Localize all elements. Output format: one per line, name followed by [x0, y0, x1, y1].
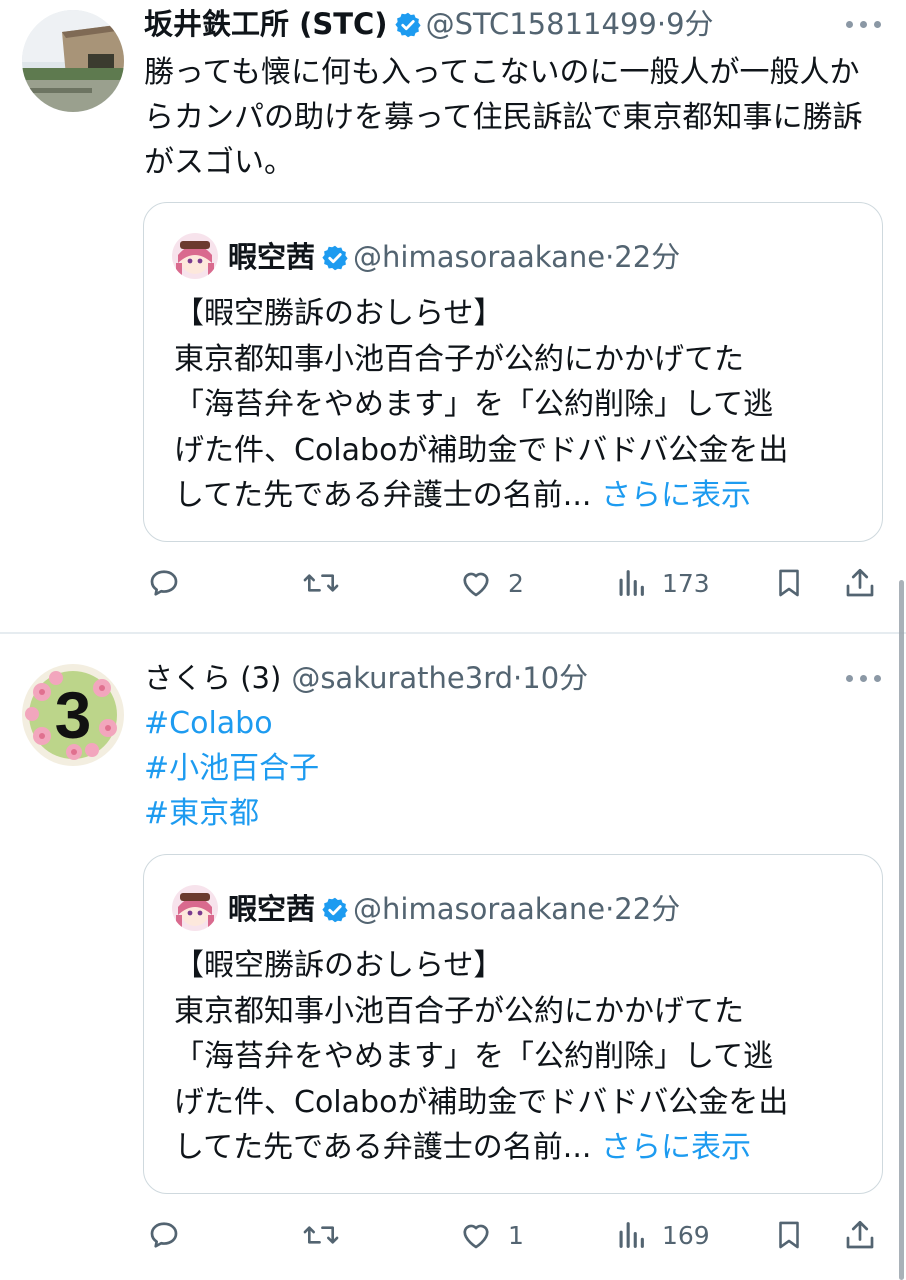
like-icon [458, 565, 494, 601]
svg-text:3: 3 [55, 678, 92, 752]
like-icon [458, 1217, 494, 1253]
separator: · [513, 661, 523, 695]
quote-line: 東京都知事小池百合子が公約にかかげてた [174, 341, 744, 377]
share-button[interactable] [842, 1210, 878, 1260]
share-icon [842, 565, 878, 601]
avatar[interactable]: 3 [22, 664, 124, 766]
quote-line: 「海苔弁をやめます」を「公約削除」して逃 [174, 387, 774, 422]
like-button[interactable]: 1 [458, 1210, 524, 1260]
quote-avatar[interactable] [172, 233, 218, 279]
quote-line: 【暇空勝訴のおしらせ】 [174, 296, 504, 331]
scrollbar[interactable] [899, 580, 904, 1280]
quote-line: げた件、Colaboが補助金でドバドバ公金を出 [174, 432, 789, 468]
views-icon [614, 565, 648, 601]
reply-button[interactable] [146, 1210, 182, 1260]
verified-badge-icon [394, 7, 422, 51]
bookmark-icon [772, 565, 806, 601]
separator: · [605, 240, 615, 274]
quote-line: げた件、Colaboが補助金でドバドバ公金を出 [174, 1084, 789, 1120]
more-options-icon[interactable] [846, 666, 882, 690]
quoted-tweet[interactable]: 暇空茜 @himasoraakane·22分 【暇空勝訴のおしらせ】 東京都知事小… [143, 854, 883, 1194]
author-name[interactable]: 坂井鉄工所 (STC) [144, 7, 388, 41]
retweet-icon [302, 565, 340, 601]
quote-text: 【暇空勝訴のおしらせ】 東京都知事小池百合子が公約にかかげてた 「海苔弁をやめま… [174, 291, 864, 519]
verified-badge-icon [321, 890, 349, 938]
views-icon [614, 1217, 648, 1253]
quote-line: してた先である弁護士の名前... [174, 478, 601, 513]
handle[interactable]: @sakurathe3rd [291, 661, 513, 695]
quoted-tweet[interactable]: 暇空茜 @himasoraakane·22分 【暇空勝訴のおしらせ】 東京都知事小… [143, 202, 883, 542]
verified-badge-icon [321, 238, 349, 286]
quote-timestamp[interactable]: 22分 [614, 892, 680, 926]
share-icon [842, 1217, 878, 1253]
separator: · [605, 892, 615, 926]
timestamp[interactable]: 9分 [666, 7, 713, 41]
like-count: 2 [508, 568, 524, 598]
quote-timestamp[interactable]: 22分 [614, 240, 680, 274]
like-count: 1 [508, 1220, 524, 1250]
views-count: 173 [662, 568, 710, 598]
author-name[interactable]: さくら (3) [144, 661, 281, 695]
reply-icon [146, 565, 182, 601]
tweet-text: 勝っても懐に何も入ってこないのに一般人が一般人からカンパの助けを募って住民訴訟で… [144, 55, 863, 180]
views-button[interactable]: 173 [614, 558, 710, 608]
tweet-text: #Colabo #小池百合子 #東京都 [144, 701, 874, 836]
more-options-icon[interactable] [846, 12, 882, 36]
reply-icon [146, 1217, 182, 1253]
avatar[interactable] [22, 10, 124, 112]
show-more-link[interactable]: さらに表示 [601, 478, 751, 513]
share-button[interactable] [842, 558, 878, 608]
quote-handle[interactable]: @himasoraakane [353, 240, 605, 274]
like-button[interactable]: 2 [458, 558, 524, 608]
show-more-link[interactable]: さらに表示 [601, 1130, 751, 1165]
quote-handle[interactable]: @himasoraakane [353, 892, 605, 926]
retweet-button[interactable] [302, 558, 340, 608]
retweet-icon [302, 1217, 340, 1253]
views-button[interactable]: 169 [614, 1210, 710, 1260]
retweet-button[interactable] [302, 1210, 340, 1260]
reply-button[interactable] [146, 558, 182, 608]
quote-author-name[interactable]: 暇空茜 [228, 892, 315, 926]
timestamp[interactable]: 10分 [522, 661, 588, 695]
quote-text: 【暇空勝訴のおしらせ】 東京都知事小池百合子が公約にかかげてた 「海苔弁をやめま… [174, 943, 864, 1171]
quote-line: してた先である弁護士の名前... [174, 1130, 601, 1165]
quote-line: 【暇空勝訴のおしらせ】 [174, 948, 504, 983]
hashtag-link[interactable]: #Colabo [144, 701, 874, 746]
quote-avatar[interactable] [172, 885, 218, 931]
action-bar: 2 173 [0, 558, 906, 608]
quote-line: 東京都知事小池百合子が公約にかかげてた [174, 993, 744, 1029]
bookmark-icon [772, 1217, 806, 1253]
bookmark-button[interactable] [772, 1210, 806, 1260]
tweet[interactable]: 3 さくら (3) @sakurathe3rd·10分 #Colabo #小池百合… [0, 634, 906, 1280]
quote-line: 「海苔弁をやめます」を「公約削除」して逃 [174, 1039, 774, 1074]
action-bar: 1 169 [0, 1210, 906, 1260]
bookmark-button[interactable] [772, 558, 806, 608]
hashtag-link[interactable]: #小池百合子 [144, 746, 874, 791]
separator: · [656, 7, 667, 41]
hashtag-link[interactable]: #東京都 [144, 791, 874, 836]
handle[interactable]: @STC15811499 [426, 7, 657, 41]
quote-author-name[interactable]: 暇空茜 [228, 240, 315, 274]
views-count: 169 [662, 1220, 710, 1250]
tweet[interactable]: 坂井鉄工所 (STC) @STC15811499·9分 勝っても懐に何も入ってこな… [0, 0, 906, 632]
